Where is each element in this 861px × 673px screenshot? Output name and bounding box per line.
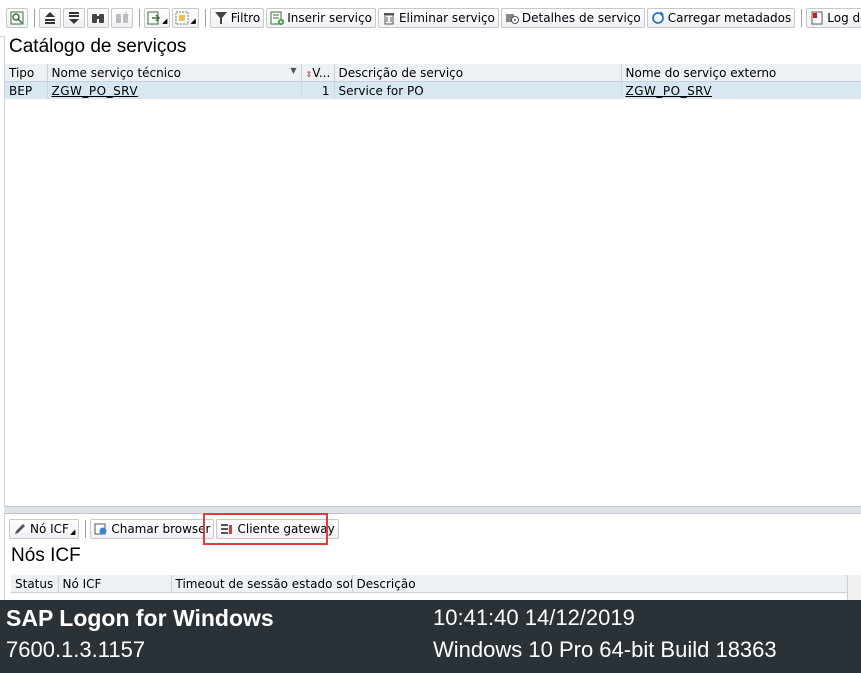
icf-node-button[interactable]: Nó ICF ◢ (9, 519, 80, 539)
icf-section-title: Nós ICF (11, 545, 81, 566)
app-name: SAP Logon for Windows (6, 605, 274, 631)
find-button[interactable] (87, 8, 109, 28)
filter-label: Filtro (230, 11, 261, 25)
sort-ascending-button[interactable] (39, 8, 61, 28)
cell-nome-externo-link[interactable]: ZGW_PO_SRV (621, 81, 861, 99)
find-next-button[interactable] (111, 8, 133, 28)
cell-nome-tecnico-link[interactable]: ZGW_PO_SRV (47, 81, 302, 99)
icf-node-label: Nó ICF (30, 522, 69, 536)
cell-descricao: Service for PO (334, 81, 622, 99)
filter-button[interactable]: Filtro (209, 8, 265, 28)
highlight-box (203, 513, 328, 545)
sort-ascending-icon (43, 11, 57, 25)
column-header-label: V... (312, 65, 331, 80)
load-metadata-label: Carregar metadados (667, 11, 792, 25)
funnel-icon (214, 11, 228, 25)
binoculars-next-icon (115, 11, 129, 25)
error-log-icon (810, 11, 824, 25)
service-catalog-panel: Catálogo de serviços Tipo Nome serviço t… (4, 36, 861, 506)
insert-service-button[interactable]: Inserir serviço (266, 8, 376, 28)
sort-descending-icon (67, 11, 81, 25)
error-log-label: Log de er (827, 11, 861, 25)
refresh-icon (651, 11, 665, 25)
layout-grid-icon (175, 11, 189, 25)
cell-tipo: BEP (5, 81, 48, 99)
column-header-descricao[interactable]: Descrição de serviço (334, 64, 622, 82)
table-header-row: Status Nó ICF Timeout de sessão estado s… (11, 575, 851, 593)
error-log-button[interactable]: Log de er (806, 8, 861, 28)
delete-service-button[interactable]: Eliminar serviço (377, 8, 499, 28)
table-row[interactable]: BEP ZGW_PO_SRV 1 Service for PO ZGW_PO_S… (5, 81, 861, 99)
layout-button[interactable]: ◢ (172, 8, 199, 28)
insert-service-label: Inserir serviço (287, 11, 372, 25)
service-gear-icon (505, 11, 519, 25)
load-metadata-button[interactable]: Carregar metadados (646, 8, 796, 28)
magnifier-list-icon (10, 11, 24, 25)
toolbar-separator (801, 9, 803, 27)
table-header-row: Tipo Nome serviço técnico ▼ ⇕V... Descri… (5, 64, 861, 82)
icf-nodes-table: Status Nó ICF Timeout de sessão estado s… (11, 575, 851, 593)
column-header-description[interactable]: Descrição (352, 575, 851, 593)
column-header-nome-tecnico[interactable]: Nome serviço técnico ▼ (47, 64, 302, 82)
call-browser-label: Chamar browser (111, 522, 211, 536)
toolbar-separator (85, 520, 87, 538)
insert-row-icon (270, 11, 285, 25)
service-details-label: Detalhes de serviço (521, 11, 641, 25)
toolbar-separator (204, 9, 206, 27)
panel-splitter[interactable] (4, 506, 861, 514)
sap-logon-footer: SAP Logon for Windows 7600.1.3.1157 10:4… (0, 600, 861, 673)
column-header-nome-externo[interactable]: Nome do serviço externo (621, 64, 861, 82)
chevron-down-icon: ◢ (69, 528, 76, 536)
sort-descending-button[interactable] (63, 8, 85, 28)
chevron-down-icon: ◢ (162, 17, 168, 25)
column-header-icf-node[interactable]: Nó ICF (58, 575, 172, 593)
service-catalog-table: Tipo Nome serviço técnico ▼ ⇕V... Descri… (5, 64, 861, 99)
call-browser-button[interactable]: Chamar browser (90, 519, 215, 539)
delete-service-label: Eliminar serviço (398, 11, 495, 25)
column-header-tipo[interactable]: Tipo (5, 64, 48, 82)
sort-down-icon: ▼ (290, 65, 297, 75)
column-header-timeout[interactable]: Timeout de sessão estado soft (171, 575, 353, 593)
browser-icon (94, 522, 108, 536)
export-icon (147, 11, 161, 25)
column-header-status[interactable]: Status (11, 575, 59, 593)
pencil-icon (13, 522, 27, 536)
page-title: Catálogo de serviços (9, 36, 187, 57)
cell-versao: 1 (301, 81, 335, 99)
timestamp: 10:41:40 14/12/2019 (433, 605, 635, 630)
icf-nodes-panel: Nó ICF ◢ Chamar browser Cliente gateway … (4, 514, 861, 600)
service-details-button[interactable]: Detalhes de serviço (500, 8, 645, 28)
column-header-versao[interactable]: ⇕V... (301, 64, 335, 82)
toolbar-separator (34, 9, 35, 27)
app-version: 7600.1.3.1157 (6, 637, 146, 662)
os-info: Windows 10 Pro 64-bit Build 18363 (433, 637, 777, 662)
column-header-label: Nome serviço técnico (51, 65, 182, 80)
toolbar-separator (139, 9, 140, 27)
details-view-button[interactable] (6, 8, 28, 28)
export-button[interactable]: ◢ (144, 8, 171, 28)
main-toolbar: ◢ ◢ Filtro Inserir serviço Eliminar serv… (0, 0, 861, 37)
trash-icon (382, 11, 396, 25)
chevron-down-icon: ◢ (190, 17, 196, 25)
binoculars-icon (91, 11, 105, 25)
vertical-scrollbar[interactable] (847, 575, 861, 600)
